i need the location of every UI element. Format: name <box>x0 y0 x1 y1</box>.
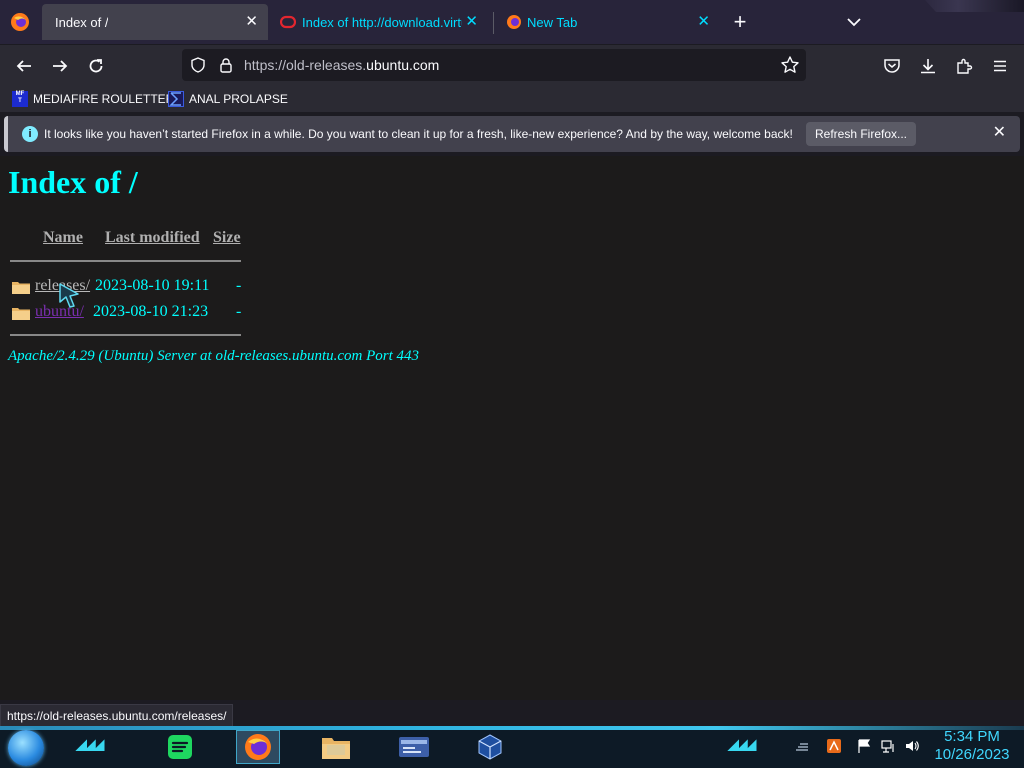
lock-icon[interactable] <box>218 57 234 73</box>
arrow-left-icon <box>16 60 31 72</box>
url-bar[interactable]: https://old-releases.ubuntu.com <box>182 49 806 81</box>
tab-index-of[interactable]: Index of / ✕ <box>42 4 268 40</box>
bookmark-anal-prolapse[interactable]: ANAL PROLAPSE <box>168 90 288 108</box>
bookmarks-toolbar: MF T MEDIAFIRE ROULETTER ANAL PROLAPSE <box>0 86 1024 112</box>
app-window-icon <box>399 737 429 757</box>
tab-new-tab[interactable]: New Tab ✕ <box>498 4 720 40</box>
bookmark-label: MEDIAFIRE ROULETTER <box>33 92 175 106</box>
taskbar-decoration-icon: ◢◢◢ <box>728 736 756 752</box>
show-desktop-icon[interactable] <box>794 738 810 754</box>
file-size: - <box>236 277 242 294</box>
oracle-icon <box>280 15 296 29</box>
shield-icon[interactable] <box>190 57 206 73</box>
table-row: releases/ 2023-08-10 19:11 - <box>0 277 260 299</box>
tab-strip: Index of / ✕ Index of http://download.vi… <box>0 0 1024 44</box>
url-text[interactable]: https://old-releases.ubuntu.com <box>244 57 439 73</box>
tab-close-icon[interactable]: ✕ <box>245 13 258 31</box>
folder-icon <box>12 282 30 294</box>
url-host: ubuntu.com <box>366 57 440 73</box>
sigma-icon <box>168 91 184 107</box>
app-window-taskbar-button[interactable] <box>392 730 436 764</box>
table-row: ubuntu/ 2023-08-10 21:23 - <box>0 303 260 325</box>
new-tab-button[interactable]: + <box>728 10 752 34</box>
hamburger-menu-icon <box>994 60 1006 72</box>
network-icon[interactable] <box>880 738 896 754</box>
url-scheme: https://old-releases. <box>244 57 367 73</box>
tab-title: Index of / <box>55 14 109 30</box>
reload-icon <box>89 59 103 73</box>
title-decoration <box>925 0 1024 12</box>
divider <box>10 334 241 336</box>
tab-close-icon[interactable]: ✕ <box>465 13 478 31</box>
bookmark-star-icon[interactable] <box>780 55 800 75</box>
chevron-down-icon[interactable] <box>842 10 866 34</box>
file-explorer-taskbar-button[interactable] <box>314 730 358 764</box>
notification-message: It looks like you haven’t started Firefo… <box>44 127 793 141</box>
spotify-icon <box>168 735 192 759</box>
mediafire-icon: MF T <box>12 91 28 107</box>
link-status-tooltip: https://old-releases.ubuntu.com/releases… <box>0 704 234 728</box>
file-modified: 2023-08-10 21:23 <box>93 303 209 320</box>
firefox-icon[interactable] <box>10 12 30 32</box>
firefox-icon <box>245 734 271 760</box>
close-icon[interactable]: ✕ <box>993 124 1006 142</box>
column-header-last-modified[interactable]: Last modified <box>105 229 200 247</box>
taskbar-accent-stripe <box>0 726 1024 730</box>
file-explorer-icon <box>322 738 350 759</box>
forward-button[interactable] <box>48 54 72 78</box>
tab-download-virtualbox[interactable]: Index of http://download.virtua ✕ <box>272 4 488 40</box>
page-title: Index of / <box>8 164 138 200</box>
reload-button[interactable] <box>84 54 108 78</box>
firefox-taskbar-button[interactable] <box>236 730 280 764</box>
app-menu-button[interactable] <box>988 54 1012 78</box>
server-address: Apache/2.4.29 (Ubuntu) Server at old-rel… <box>8 348 420 364</box>
refresh-firefox-button[interactable]: Refresh Firefox... <box>806 122 916 146</box>
taskbar-decoration-icon: ◢◢◢ <box>76 736 104 752</box>
bookmark-label: ANAL PROLAPSE <box>189 92 288 106</box>
start-orb-icon[interactable] <box>8 730 44 766</box>
clock-time: 5:34 PM <box>944 728 1000 745</box>
puzzle-icon <box>957 58 973 74</box>
pocket-button[interactable] <box>880 54 904 78</box>
virtualbox-taskbar-button[interactable] <box>468 730 512 764</box>
pocket-icon <box>884 59 900 73</box>
app-tray-icon[interactable] <box>826 738 842 754</box>
divider <box>10 260 241 262</box>
downloads-button[interactable] <box>916 54 940 78</box>
virtualbox-icon <box>478 734 502 760</box>
info-icon: i <box>22 126 38 142</box>
download-icon <box>921 59 935 74</box>
flag-icon[interactable] <box>856 738 872 754</box>
taskbar-clock[interactable]: 5:34 PM 10/26/2023 <box>930 728 1014 764</box>
arrow-right-icon <box>53 60 68 72</box>
tab-separator <box>493 12 494 34</box>
mouse-cursor-icon <box>59 283 79 308</box>
column-header-size[interactable]: Size <box>213 229 241 247</box>
spotify-taskbar-button[interactable] <box>158 730 202 764</box>
column-header-name[interactable]: Name <box>43 229 83 247</box>
refresh-firefox-notification: i It looks like you haven’t started Fire… <box>4 116 1020 152</box>
tab-title: Index of http://download.virtua <box>302 14 462 30</box>
back-button[interactable] <box>12 54 36 78</box>
volume-icon[interactable] <box>904 738 920 754</box>
tab-title: New Tab <box>527 14 578 30</box>
folder-icon <box>12 308 30 320</box>
tab-close-icon[interactable]: ✕ <box>697 13 710 31</box>
file-modified: 2023-08-10 19:11 <box>95 277 210 294</box>
navigation-toolbar: https://old-releases.ubuntu.com <box>0 44 1024 86</box>
page-content: Index of / Name Last modified Size relea… <box>0 156 1024 700</box>
clock-date: 10/26/2023 <box>934 746 1010 763</box>
file-size: - <box>236 303 242 320</box>
bookmark-mediafire-rouletter[interactable]: MF T MEDIAFIRE ROULETTER <box>12 90 174 108</box>
extensions-button[interactable] <box>952 54 976 78</box>
firefox-icon <box>507 15 521 29</box>
